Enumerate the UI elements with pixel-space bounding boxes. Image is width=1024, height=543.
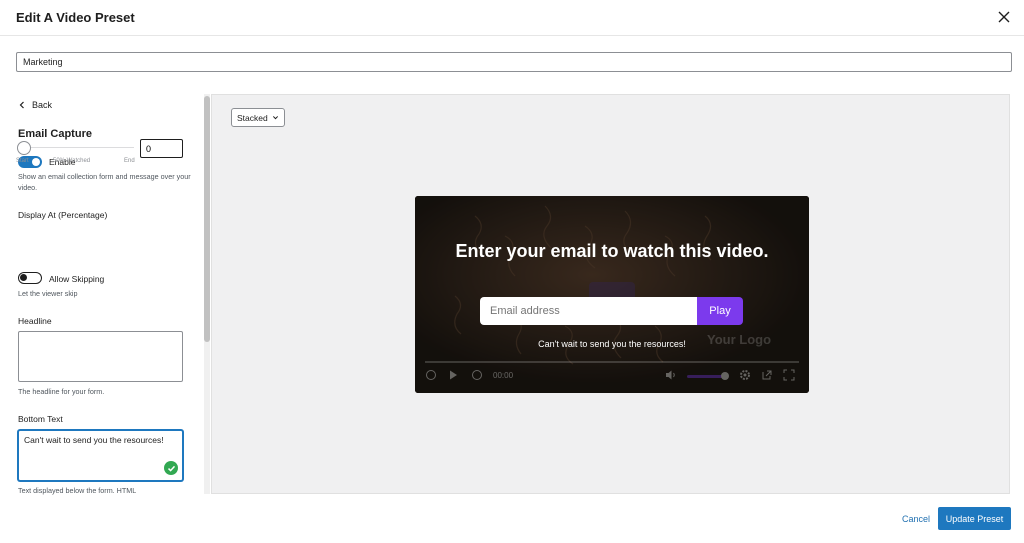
edit-preset-modal: Edit A Video Preset Back Email Capture E… <box>0 0 1024 543</box>
external-link-icon[interactable] <box>761 369 773 381</box>
slider-tick-start: Start <box>16 158 29 164</box>
slider-tick-end: End <box>124 158 135 164</box>
headline-help: The headline for your form. <box>18 387 105 396</box>
display-at-label: Display At (Percentage) <box>18 210 108 220</box>
bottom-text-textarea[interactable]: Can't wait to send you the resources! <box>18 430 183 481</box>
allow-skipping-help: Let the viewer skip <box>18 289 78 298</box>
capture-headline: Enter your email to watch this video. <box>455 241 769 261</box>
cancel-button[interactable]: Cancel <box>902 514 930 524</box>
settings-sidebar: Back Email Capture Enable Show an email … <box>0 88 202 495</box>
player-controls: 00:00 <box>415 361 809 393</box>
allow-skipping-label: Allow Skipping <box>49 274 105 284</box>
play-icon[interactable] <box>447 369 459 381</box>
section-title: Email Capture <box>18 128 92 140</box>
modal-title: Edit A Video Preset <box>16 10 135 25</box>
headline-label: Headline <box>18 316 52 326</box>
modal-header: Edit A Video Preset <box>0 0 1024 36</box>
close-icon[interactable] <box>996 9 1012 25</box>
update-preset-button[interactable]: Update Preset <box>938 507 1011 530</box>
back-button[interactable]: Back <box>18 100 52 110</box>
allow-skipping-toggle[interactable] <box>18 272 42 284</box>
bottom-text-help: Text displayed below the form. HTML <box>18 486 137 495</box>
back-label: Back <box>32 100 53 110</box>
time-display: 00:00 <box>493 371 514 380</box>
play-button[interactable]: Play <box>697 297 743 325</box>
fullscreen-icon[interactable] <box>783 369 795 381</box>
slider-tick-middle: 50% Watched <box>53 158 91 164</box>
preset-name-input[interactable] <box>16 52 1012 72</box>
rewind-icon[interactable] <box>425 369 437 381</box>
display-at-input[interactable] <box>140 139 183 158</box>
sidebar-scrollbar[interactable] <box>204 96 210 342</box>
gear-icon[interactable] <box>739 369 751 381</box>
preview-pane: Stacked Your Logo Enter your email to wa… <box>211 94 1010 494</box>
video-player: Your Logo Enter your email to watch this… <box>415 196 809 393</box>
enable-help: Show an email collection form and messag… <box>18 172 191 192</box>
layout-select[interactable]: Stacked <box>231 108 285 127</box>
layout-select-value: Stacked <box>237 112 268 123</box>
email-input[interactable] <box>480 297 698 325</box>
chevron-down-icon <box>272 116 278 120</box>
volume-icon[interactable] <box>665 369 677 381</box>
volume-slider[interactable] <box>687 375 723 378</box>
check-circle-icon <box>164 461 178 475</box>
display-at-slider[interactable] <box>17 141 31 155</box>
headline-textarea[interactable] <box>18 331 183 382</box>
volume-knob[interactable] <box>721 372 729 380</box>
toggle-knob <box>32 158 40 166</box>
toggle-knob <box>20 274 27 281</box>
chevron-left-icon <box>19 101 24 109</box>
forward-icon[interactable] <box>471 369 483 381</box>
progress-bar[interactable] <box>425 361 799 363</box>
slider-track <box>18 147 134 148</box>
bottom-text-label: Bottom Text <box>18 414 63 424</box>
capture-bottom-text: Can't wait to send you the resources! <box>538 339 686 349</box>
